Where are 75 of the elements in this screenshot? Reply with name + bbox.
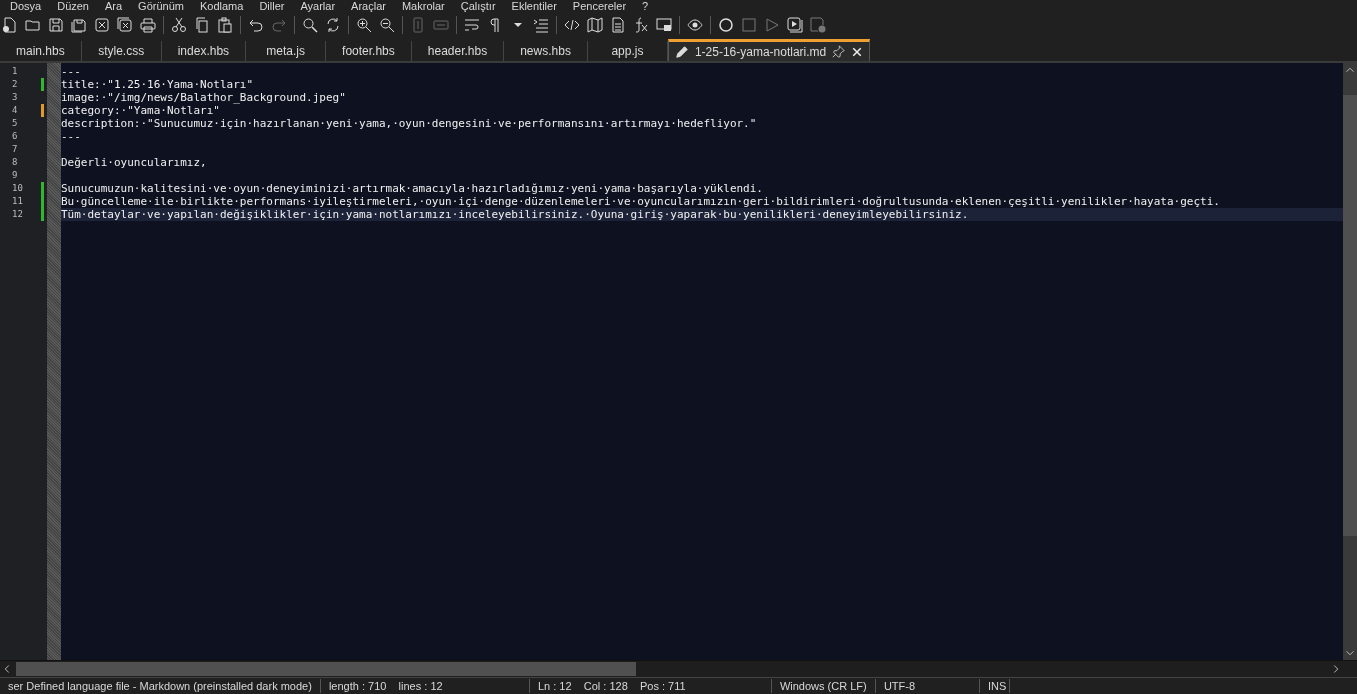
menu-item[interactable]: Dosya xyxy=(2,0,50,13)
code-tag-icon[interactable] xyxy=(564,17,580,33)
record-icon[interactable] xyxy=(718,17,734,33)
line-number: 9 xyxy=(11,169,19,182)
line-number: 11 xyxy=(11,195,24,208)
word-wrap-icon[interactable] xyxy=(464,17,480,33)
file-tab[interactable]: 1-25-16-yama-notlari.md xyxy=(667,39,871,61)
menu-item[interactable]: Düzen xyxy=(49,0,97,13)
close-all-icon[interactable] xyxy=(117,17,133,33)
line-number: 1 xyxy=(11,65,19,78)
menu-item[interactable]: ? xyxy=(634,0,657,13)
function-icon[interactable] xyxy=(633,17,649,33)
code-line: --- xyxy=(61,65,81,78)
code-line: category:·"Yama·Notları" xyxy=(61,104,220,117)
zoom-out-icon[interactable] xyxy=(379,17,395,33)
code-line: Tüm·detaylar·ve·yapılan·değişiklikler·için·yama·notlarımızı·inceleyebilirsiniz.·Oyuna·giriş·yaparak·bu·yenilikleri·deneyimleyebilirsiniz. xyxy=(61,208,969,221)
eye-icon[interactable] xyxy=(687,17,703,33)
code-line: --- xyxy=(61,130,81,143)
menu-item[interactable]: Görünüm xyxy=(130,0,192,13)
line-number: 10 xyxy=(11,182,24,195)
close-icon[interactable] xyxy=(851,45,864,58)
paste-icon[interactable] xyxy=(217,17,233,33)
pencil-icon[interactable] xyxy=(674,44,689,59)
undo-icon[interactable] xyxy=(248,17,264,33)
save-macro-icon[interactable] xyxy=(810,17,826,33)
play-icon[interactable] xyxy=(764,17,780,33)
print-icon[interactable] xyxy=(140,17,156,33)
menu-item[interactable]: Diller xyxy=(251,0,293,13)
status-field: INS xyxy=(979,679,1010,693)
map-icon[interactable] xyxy=(587,17,603,33)
line-number: 6 xyxy=(11,130,19,143)
line-number: 3 xyxy=(11,91,19,104)
code-line: Sunucumuzun·kalitesini·ve·oyun·deneyiminizi·artırmak·amacıyla·hazırladığımız·yeni·yama·başarıyla·yüklendi. xyxy=(61,182,763,195)
close-icon[interactable] xyxy=(94,17,110,33)
status-field: ser Defined language file - Markdown (preinstalled dark mode) xyxy=(0,679,321,693)
menu-item[interactable]: Çalıştır xyxy=(452,0,504,13)
save-icon[interactable] xyxy=(48,17,64,33)
replace-icon[interactable] xyxy=(325,17,341,33)
code-line: Bu·güncelleme·ile·birlikte·performans·iyileştirmeleri,·oyun·içi·denge·düzenlemeleri·ve·oyuncularımızın·geri·bildirimleri·doğrultusunda·eklenen·çeşitli·yenilikler·hayata·geçti. xyxy=(61,195,1220,208)
menu-item[interactable]: Araçlar xyxy=(343,0,394,13)
pin-icon[interactable] xyxy=(832,45,846,58)
menu-item[interactable]: Kodlama xyxy=(191,0,252,13)
menu-item[interactable]: Ayarlar xyxy=(292,0,344,13)
monitor-icon[interactable] xyxy=(656,17,672,33)
scrollbar-thumb[interactable] xyxy=(1343,95,1357,536)
code-line: Değerli·oyuncularımız, xyxy=(61,156,207,169)
redo-icon[interactable] xyxy=(271,17,287,33)
menu-item[interactable]: Makrolar xyxy=(393,0,453,13)
line-number: 7 xyxy=(11,143,19,156)
new-file-icon[interactable] xyxy=(2,17,18,33)
line-number: 5 xyxy=(11,117,19,130)
menu-item[interactable]: Pencereler xyxy=(564,0,635,13)
cut-icon[interactable] xyxy=(171,17,187,33)
line-number: 2 xyxy=(11,78,19,91)
open-folder-icon[interactable] xyxy=(25,17,41,33)
menu-item[interactable]: Ara xyxy=(97,0,131,13)
document-list-icon[interactable] xyxy=(610,17,626,33)
menu-item[interactable]: Eklentiler xyxy=(503,0,565,13)
code-line: title:·"1.25·16·Yama·Notları" xyxy=(61,78,254,91)
zoom-in-icon[interactable] xyxy=(356,17,372,33)
line-number: 8 xyxy=(11,156,19,169)
status-field: length : 710 lines : 12 xyxy=(320,679,530,693)
status-field: Windows (CR LF) xyxy=(771,679,876,693)
code-line: image:·"/img/news/Balathor_Background.jpeg" xyxy=(61,91,346,104)
code-line: description:·"Sunucumuz·için·hazırlanan·yeni·yama,·oyun·dengesini·ve·performansını·artırmayı·hedefliyor." xyxy=(61,117,757,130)
line-number: 12 xyxy=(11,208,24,221)
scrollbar-thumb[interactable] xyxy=(16,662,636,676)
search-icon[interactable] xyxy=(302,17,318,33)
indent-guide-icon[interactable] xyxy=(533,17,549,33)
status-field: UTF-8 xyxy=(875,679,980,693)
copy-icon[interactable] xyxy=(194,17,210,33)
save-all-icon[interactable] xyxy=(71,17,87,33)
playback-icon[interactable] xyxy=(787,17,803,33)
status-field: Ln : 12 Col : 128 Pos : 711 xyxy=(529,679,772,693)
line-number: 4 xyxy=(11,104,19,117)
